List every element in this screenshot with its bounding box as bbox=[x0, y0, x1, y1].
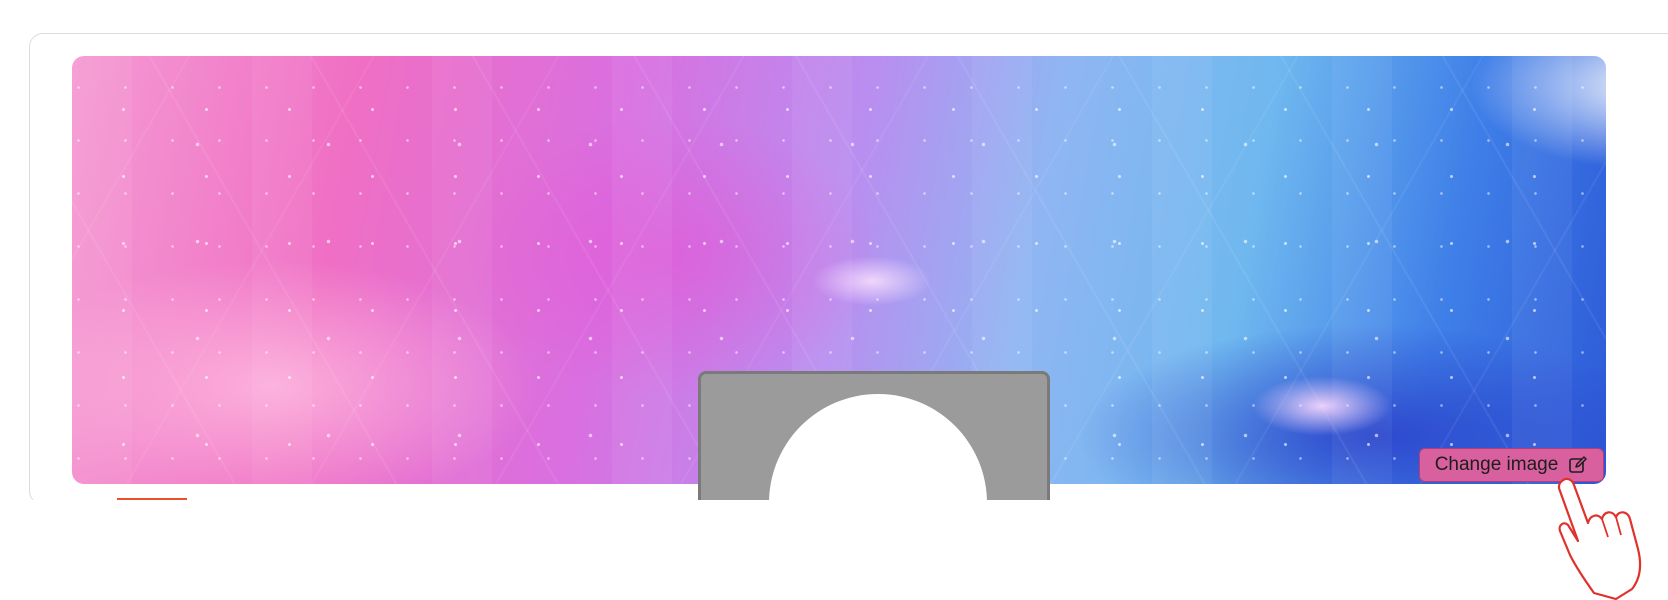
change-image-label: Change image bbox=[1434, 454, 1559, 475]
active-tab-indicator bbox=[117, 498, 187, 500]
cover-glow bbox=[812, 256, 932, 306]
cover-glow bbox=[1252, 376, 1392, 436]
pointing-hand-cursor-icon bbox=[1557, 477, 1642, 600]
page-background bbox=[0, 500, 1668, 600]
edit-icon bbox=[1568, 455, 1588, 475]
